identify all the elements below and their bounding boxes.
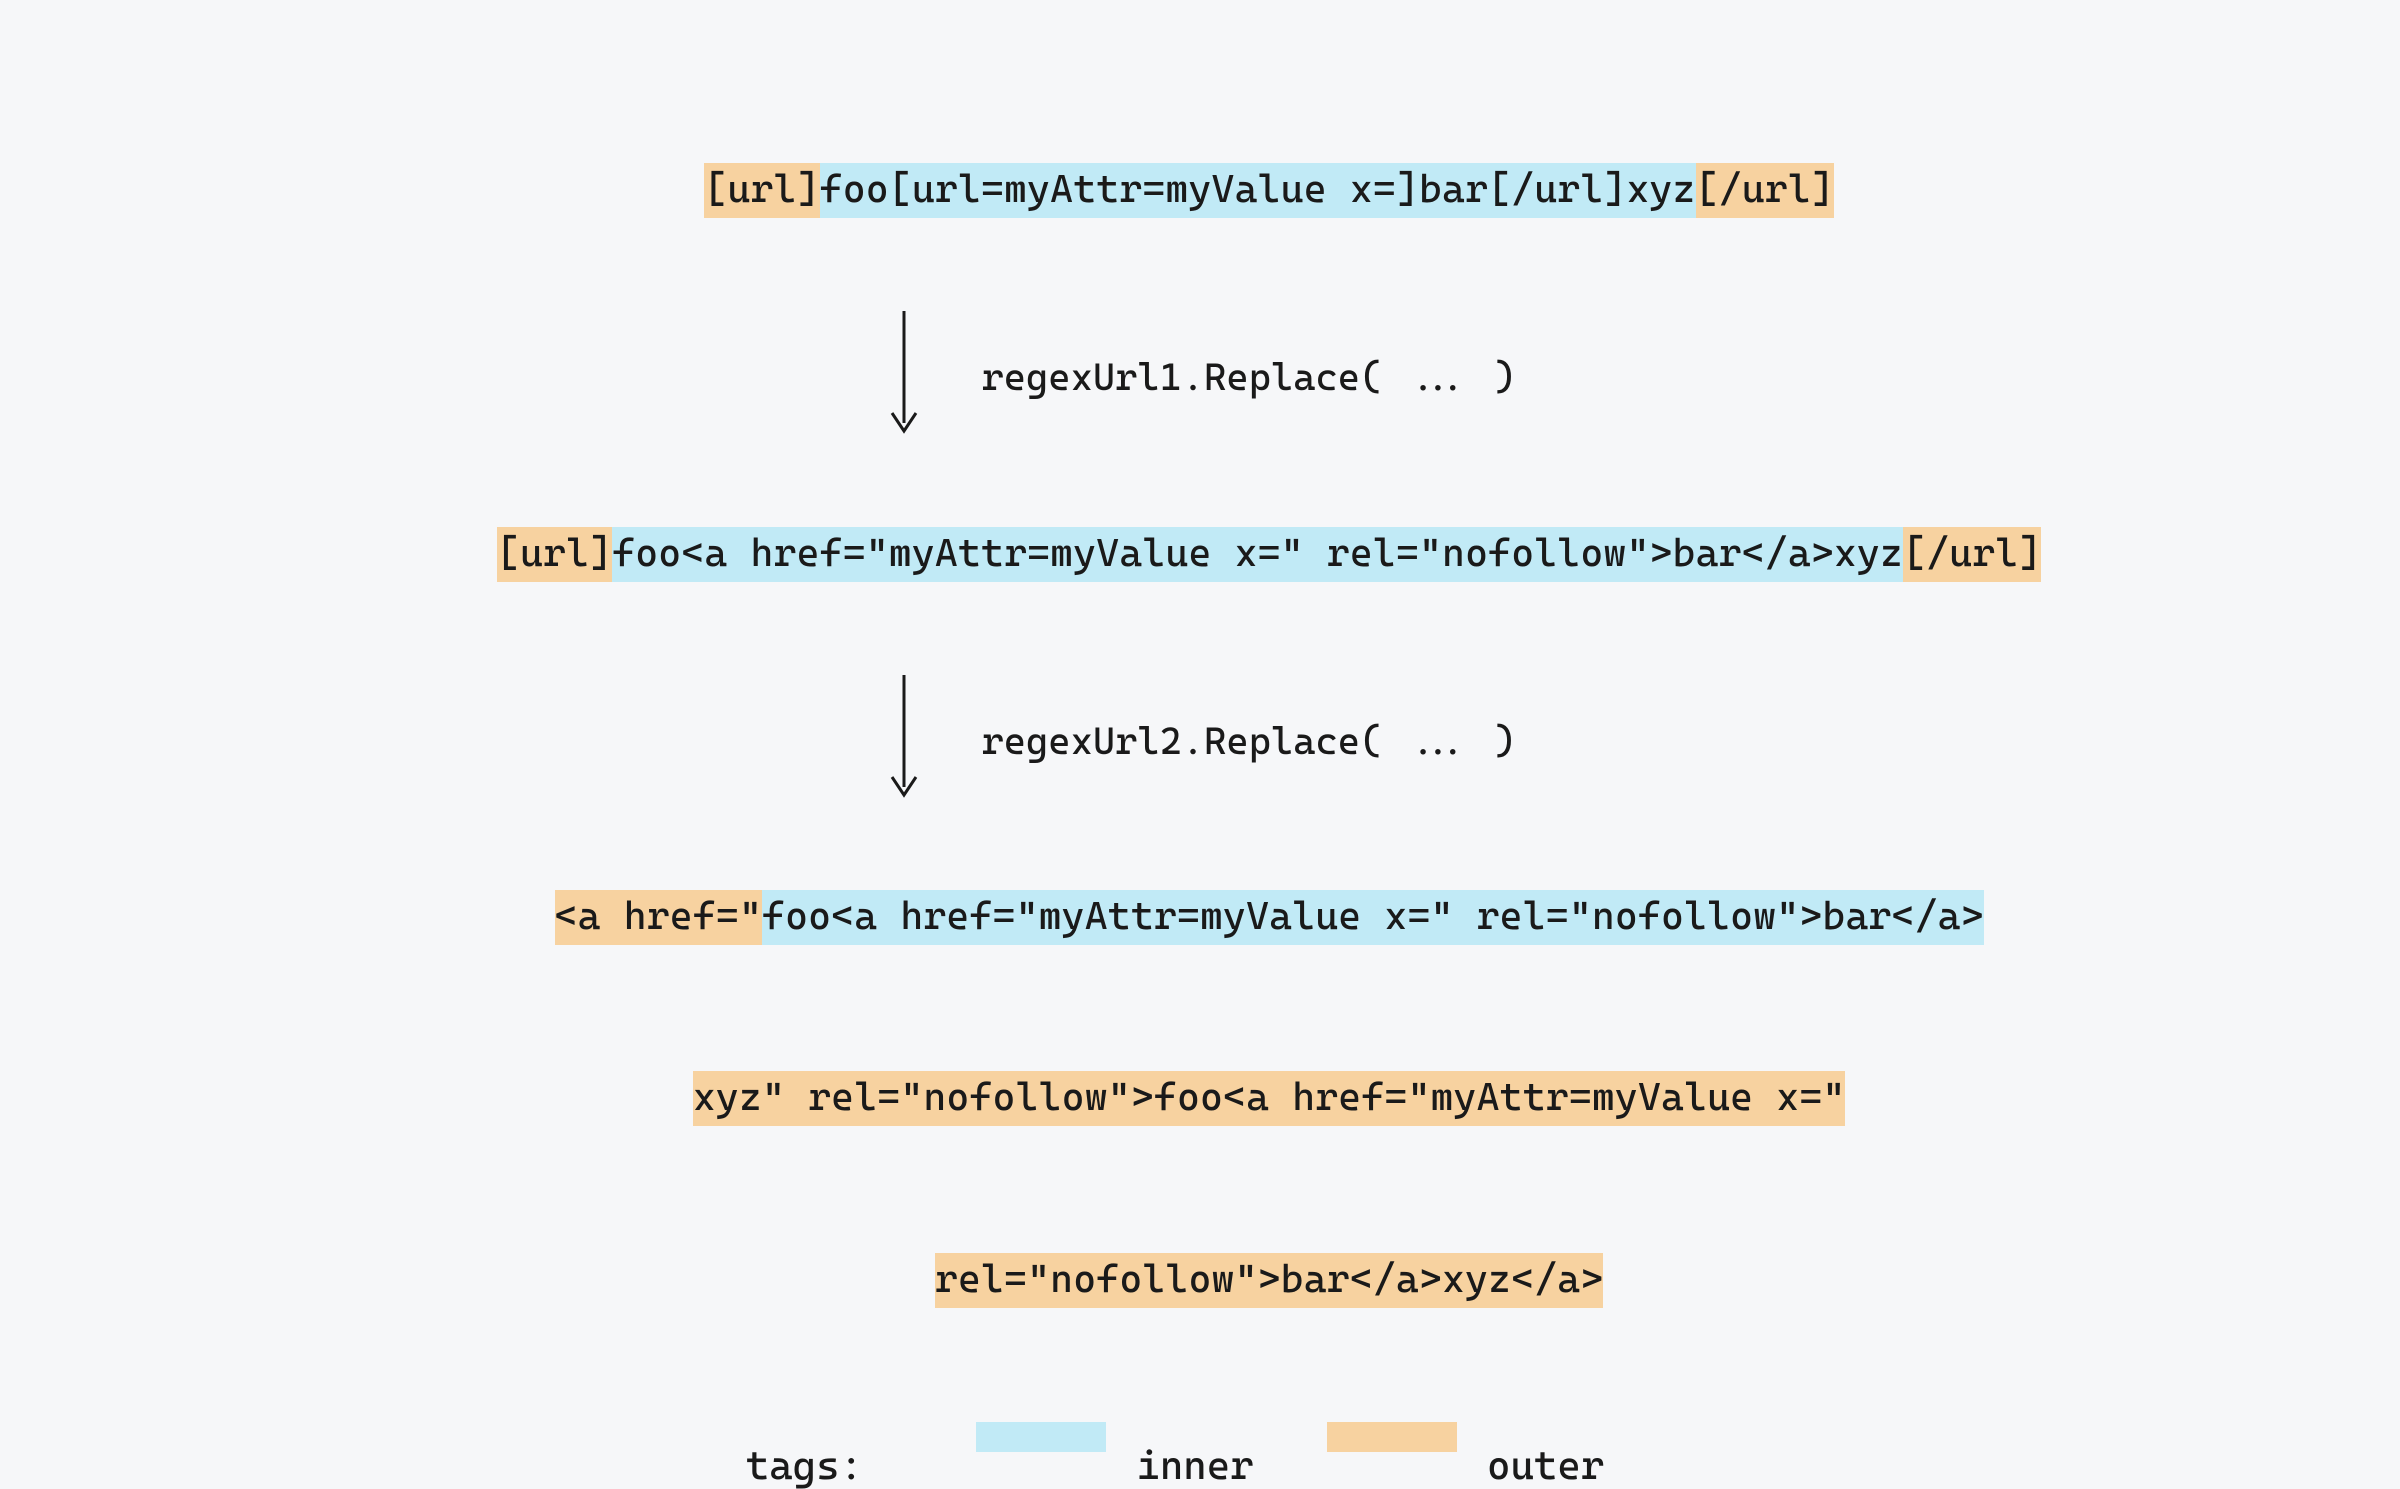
stage-1-seg-2: [/url] [1696,163,1834,218]
stage-2: [url]foo<a href="myAttr=myValue x=" rel=… [0,463,2400,644]
diagram-canvas: [url]foo[url=myAttr=myValue x=]bar[/url]… [0,0,2400,1256]
legend-inner-swatch [976,1422,1106,1452]
stage-2-code: [url]foo<a href="myAttr=myValue x=" rel=… [359,527,2042,636]
stage-1: [url]foo[url=myAttr=myValue x=]bar[/url]… [0,100,2400,281]
legend-inner-label: inner [1136,1443,1253,1489]
stage-3-l2-s0: rel="nofollow">bar</a>xyz</a> [935,1253,1604,1308]
legend-outer: outer [1327,1443,1604,1489]
arrow-down-icon [884,671,924,801]
legend-outer-swatch [1327,1422,1457,1452]
arrow-down-icon [884,307,924,437]
stage-1-code: [url]foo[url=myAttr=myValue x=]bar[/url]… [566,163,1834,272]
stage-3: <a href="foo<a href="myAttr=myValue x=" … [0,827,2400,1371]
arrow-1-label: regexUrl1.Replace( ... ) [982,355,1516,399]
legend-title: tags: [746,1443,863,1489]
stage-3-l1-s0: xyz" rel="nofollow">foo<a href="myAttr=m… [693,1071,1846,1126]
stage-1-seg-1: foo[url=myAttr=myValue x=]bar[/url]xyz [820,163,1696,218]
legend: tags: inner outer [0,1441,2400,1489]
stage-2-seg-2: [/url] [1903,527,2041,582]
stage-3-line-1: xyz" rel="nofollow">foo<a href="myAttr=m… [0,1008,2400,1189]
arrow-2-label: regexUrl2.Replace( ... ) [982,719,1516,763]
stage-3-l0-s0: <a href=" [555,890,762,945]
legend-outer-label: outer [1487,1443,1604,1489]
stage-2-seg-1: foo<a href="myAttr=myValue x=" rel="nofo… [612,527,1903,582]
arrow-1: regexUrl1.Replace( ... ) [0,307,2400,437]
legend-inner: inner [976,1443,1253,1489]
arrow-2: regexUrl2.Replace( ... ) [0,671,2400,801]
stage-3-line-2: rel="nofollow">bar</a>xyz</a> [0,1189,2400,1370]
stage-1-seg-0: [url] [704,163,819,218]
stage-3-line-0: <a href="foo<a href="myAttr=myValue x=" … [0,827,2400,1008]
stage-2-seg-0: [url] [497,527,612,582]
stage-3-l0-s1: foo<a href="myAttr=myValue x=" rel="nofo… [762,890,1984,945]
